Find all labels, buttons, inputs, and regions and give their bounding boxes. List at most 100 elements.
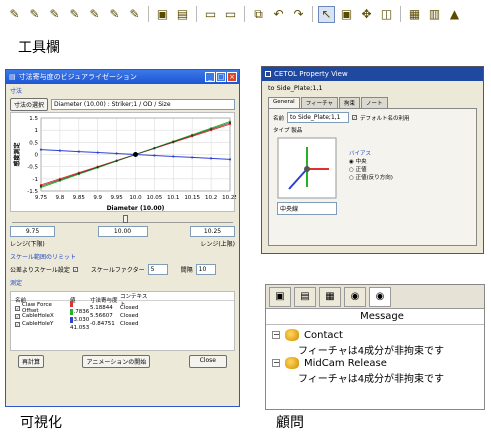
document-icon[interactable]: ▤ xyxy=(294,286,316,307)
tab-general[interactable]: General xyxy=(268,97,300,108)
column-header-contribution: 寸法寄与度 xyxy=(90,298,118,304)
toolbar-separator xyxy=(148,6,149,22)
minimize-button[interactable]: _ xyxy=(205,72,215,82)
pin-icon[interactable] xyxy=(265,71,271,77)
start-animation-button[interactable]: アニメーションの開始 xyxy=(82,355,151,368)
feature-pencil-3-icon[interactable]: ✎ xyxy=(46,6,63,23)
tab-feature[interactable]: フィーチャ xyxy=(300,97,339,108)
y-tick-label: 0 xyxy=(35,153,39,159)
bias-option-reverse[interactable]: ○ 正値(反り方向) xyxy=(349,173,393,181)
interval-input[interactable]: 10 xyxy=(195,264,216,275)
datum-frame-icon[interactable]: ▤ xyxy=(174,6,191,23)
feature-pencil-4-icon[interactable]: ✎ xyxy=(66,6,83,23)
image-frame-icon[interactable]: ▣ xyxy=(154,6,171,23)
monitor-icon[interactable]: ▣ xyxy=(338,6,355,23)
tab-note[interactable]: ノート xyxy=(361,97,388,108)
feature-pencil-6-icon[interactable]: ✎ xyxy=(106,6,123,23)
select-dimension-button[interactable]: 寸法の選択 xyxy=(10,98,49,111)
range-low-field[interactable]: 9.75 xyxy=(10,226,55,237)
x-tick-label: 9.95 xyxy=(110,195,123,201)
row-checkbox[interactable]: ✓ xyxy=(15,305,20,311)
type-label: タイプ xyxy=(273,128,290,134)
app-icon: ▤ xyxy=(9,73,16,81)
data-point xyxy=(228,121,232,124)
default-name-checkbox[interactable]: ✓ xyxy=(352,115,358,120)
collapse-icon[interactable]: − xyxy=(272,359,280,367)
advisor-message-text: フィーチャは4成分が非拘束です xyxy=(298,373,445,385)
tab-constraint[interactable]: 拘束 xyxy=(339,97,361,108)
feature-pencil-1-icon[interactable]: ✎ xyxy=(6,6,23,23)
dimension-field[interactable]: Diameter (10.00) : Striker;1 / OD / Size xyxy=(51,99,235,110)
row-contribution: 5.56607 xyxy=(90,313,113,319)
y-axis-label: 感度測定 xyxy=(13,142,21,166)
edit-feature-icon[interactable]: ⧉ xyxy=(250,6,267,23)
close-icon[interactable]: × xyxy=(227,72,237,82)
data-point xyxy=(228,158,232,161)
maximize-button[interactable]: □ xyxy=(216,72,226,82)
advisor-message: フィーチャは4成分が非拘束です xyxy=(272,342,478,357)
layers-icon[interactable]: ◫ xyxy=(378,6,395,23)
advisor-item[interactable]: − Contact xyxy=(272,328,478,342)
bias-label: バイアス xyxy=(349,151,372,157)
message-column-header: Message xyxy=(266,309,484,325)
recalculate-button[interactable]: 再計算 xyxy=(18,355,45,368)
undo-icon[interactable]: ↶ xyxy=(270,6,287,23)
scale-factor-input[interactable]: 5 xyxy=(147,264,168,275)
advisor-item[interactable]: − MidCam Release xyxy=(272,356,478,370)
data-point xyxy=(115,159,118,162)
data-point xyxy=(77,150,80,153)
data-point xyxy=(172,140,175,143)
dimension-group-title: 寸法 xyxy=(10,88,23,95)
name-field[interactable]: to Side_Plate;1,1 xyxy=(287,112,350,123)
grid-icon[interactable]: ▥ xyxy=(426,6,443,23)
y-tick-label: 1 xyxy=(35,128,39,134)
bias-option-center[interactable]: ◉ 中央 xyxy=(349,157,393,165)
feature-icon[interactable]: ▦ xyxy=(319,286,341,307)
pointer-tool-icon[interactable]: ↖ xyxy=(318,5,335,23)
constraint-check-icon[interactable]: ◉ xyxy=(369,286,391,307)
advisor-message: フィーチャは4成分が非拘束です xyxy=(272,370,478,385)
feature-pencil-7-icon[interactable]: ✎ xyxy=(126,6,143,23)
data-point xyxy=(96,166,99,169)
window-split-icon[interactable]: ▭ xyxy=(222,6,239,23)
range-high-label: レンジ(上限) xyxy=(200,241,235,248)
feature-object-icon xyxy=(285,357,299,369)
window-icon[interactable]: ▭ xyxy=(202,6,219,23)
slider-thumb[interactable] xyxy=(122,215,128,223)
move-view-icon[interactable]: ✥ xyxy=(358,6,375,23)
tolerance-scale-checkbox[interactable]: ✓ xyxy=(72,267,78,272)
dimension-slider[interactable] xyxy=(12,215,233,223)
data-point xyxy=(39,148,43,151)
redo-icon[interactable]: ↷ xyxy=(290,6,307,23)
bias-option-positive[interactable]: ○ 正値 xyxy=(349,165,393,173)
feature-pencil-2-icon[interactable]: ✎ xyxy=(26,6,43,23)
advisor-item-name: Contact xyxy=(304,329,343,341)
range-high-field[interactable]: 10.25 xyxy=(190,226,235,237)
calculator-icon[interactable]: ▦ xyxy=(406,6,423,23)
advisor-panel: ▣ ▤ ▦ ◉ ◉ Message − Contact フィーチャは4成分が非拘束です − Mi… xyxy=(265,284,485,410)
measurement-table-header: 名前 値 寸法寄与度 コンテキスト xyxy=(11,292,234,308)
data-point xyxy=(77,172,80,175)
axis-preview xyxy=(277,137,337,199)
toolbar-caption: 工具欄 xyxy=(18,40,60,56)
picture-icon[interactable]: ▲ xyxy=(446,6,463,23)
scale-factor-label: スケールファクター xyxy=(90,267,145,274)
row-checkbox[interactable]: ✓ xyxy=(15,321,20,327)
row-value: 41.053 xyxy=(70,325,90,331)
collapse-icon[interactable]: − xyxy=(272,331,280,339)
advisor-caption: 顧問 xyxy=(276,415,304,431)
x-tick-label: 9.8 xyxy=(56,195,65,201)
data-point xyxy=(191,134,194,137)
constraint-check-icon[interactable]: ◉ xyxy=(344,286,366,307)
row-checkbox[interactable]: ✓ xyxy=(15,313,20,319)
current-value-field[interactable]: 10.00 xyxy=(97,226,148,237)
toolbar-separator xyxy=(196,6,197,22)
data-point xyxy=(58,149,62,152)
cube-icon[interactable]: ▣ xyxy=(269,286,291,307)
axis-combo[interactable]: 中央線 xyxy=(277,202,337,215)
scale-group-title: スケール範囲のリミット xyxy=(10,254,77,261)
x-axis-label: Diameter (10.00) xyxy=(107,205,165,212)
feature-pencil-5-icon[interactable]: ✎ xyxy=(86,6,103,23)
close-button[interactable]: Close xyxy=(188,355,227,368)
data-point xyxy=(39,185,43,188)
